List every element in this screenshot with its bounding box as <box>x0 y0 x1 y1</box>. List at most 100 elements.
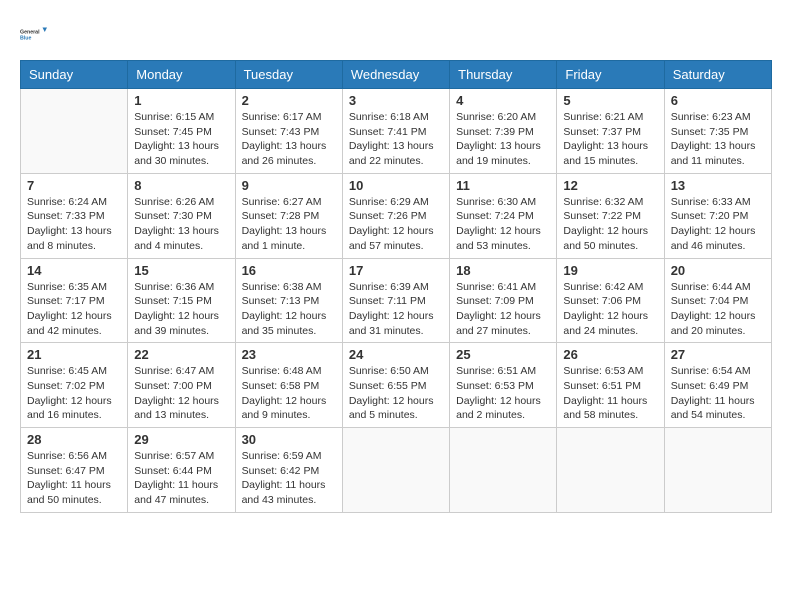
day-number: 14 <box>27 263 121 278</box>
sunset-text: Sunset: 7:06 PM <box>563 295 641 307</box>
day-number: 21 <box>27 347 121 362</box>
calendar-cell: 14Sunrise: 6:35 AMSunset: 7:17 PMDayligh… <box>21 258 128 343</box>
svg-text:General: General <box>20 30 40 36</box>
calendar-week-row: 28Sunrise: 6:56 AMSunset: 6:47 PMDayligh… <box>21 428 772 513</box>
daylight-text: Daylight: 12 hours and 9 minutes. <box>242 395 327 422</box>
calendar-cell: 17Sunrise: 6:39 AMSunset: 7:11 PMDayligh… <box>342 258 449 343</box>
sunset-text: Sunset: 7:43 PM <box>242 126 320 138</box>
daylight-text: Daylight: 12 hours and 20 minutes. <box>671 310 756 337</box>
sunrise-text: Sunrise: 6:45 AM <box>27 365 107 377</box>
cell-content: Sunrise: 6:45 AM Sunset: 7:02 PM Daylight:… <box>27 364 121 423</box>
sunset-text: Sunset: 7:04 PM <box>671 295 749 307</box>
sunrise-text: Sunrise: 6:23 AM <box>671 111 751 123</box>
calendar-cell: 23 Sunrise: 6:48 AMSunset: 6:58 PMDayligh… <box>235 343 342 428</box>
calendar-cell: 24Sunrise: 6:50 AMSunset: 6:55 PMDayligh… <box>342 343 449 428</box>
calendar-cell: 12 Sunrise: 6:32 AMSunset: 7:22 PMDayligh… <box>557 173 664 258</box>
cell-content: Sunrise: 6:39 AMSunset: 7:11 PMDaylight:… <box>349 280 443 339</box>
sunrise-text: Sunrise: 6:30 AM <box>456 196 536 208</box>
calendar-cell: 18 Sunrise: 6:41 AMSunset: 7:09 PMDayligh… <box>450 258 557 343</box>
sunset-text: Sunset: 7:17 PM <box>27 295 105 307</box>
cell-content: Sunrise: 6:48 AMSunset: 6:58 PMDaylight:… <box>242 364 336 423</box>
day-number: 18 <box>456 263 550 278</box>
sunset-text: Sunset: 6:42 PM <box>242 465 320 477</box>
cell-content: Sunrise: 6:17 AMSunset: 7:43 PMDaylight:… <box>242 110 336 169</box>
calendar-cell: 5Sunrise: 6:21 AMSunset: 7:37 PMDaylight… <box>557 89 664 174</box>
sunrise-text: Sunrise: 6:21 AM <box>563 111 643 123</box>
sunset-text: Sunset: 7:02 PM <box>27 380 105 392</box>
day-number: 28 <box>27 432 121 447</box>
cell-content: Sunrise: 6:38 AMSunset: 7:13 PMDaylight:… <box>242 280 336 339</box>
cell-content: Sunrise: 6:32 AMSunset: 7:22 PMDaylight:… <box>563 195 657 254</box>
calendar-cell: 21 Sunrise: 6:45 AM Sunset: 7:02 PM Dayligh… <box>21 343 128 428</box>
sunrise-text: Sunrise: 6:27 AM <box>242 196 322 208</box>
sunset-text: Sunset: 6:58 PM <box>242 380 320 392</box>
daylight-text: Daylight: 13 hours and 15 minutes. <box>563 140 648 167</box>
sunrise-text: Sunrise: 6:47 AM <box>134 365 214 377</box>
cell-content: Sunrise: 6:29 AM Sunset: 7:26 PM Daylight:… <box>349 195 443 254</box>
weekday-header-monday: Monday <box>128 61 235 89</box>
calendar-cell: 8Sunrise: 6:26 AMSunset: 7:30 PMDaylight… <box>128 173 235 258</box>
cell-content: Sunrise: 6:18 AMSunset: 7:41 PMDaylight:… <box>349 110 443 169</box>
sunrise-text: Sunrise: 6:36 AM <box>134 281 214 293</box>
calendar-week-row: 14 Sunrise: 6:35 AM Sunset: 7:17 PM Dayligh… <box>21 258 772 343</box>
day-number: 29 <box>134 432 228 447</box>
sunset-text: Sunset: 7:28 PM <box>242 210 320 222</box>
daylight-text: Daylight: 12 hours and 16 minutes. <box>27 395 112 422</box>
cell-content: Sunrise: 6:57 AMSunset: 6:44 PMDaylight:… <box>134 449 228 508</box>
day-number: 27 <box>671 347 765 362</box>
day-number: 11 <box>456 178 550 193</box>
sunrise-text: Sunrise: 6:26 AM <box>134 196 214 208</box>
sunset-text: Sunset: 6:55 PM <box>349 380 427 392</box>
svg-text:Blue: Blue <box>20 36 31 42</box>
daylight-text: Daylight: 13 hours and 30 minutes. <box>134 140 219 167</box>
day-number: 16 <box>242 263 336 278</box>
day-number: 23 <box>242 347 336 362</box>
daylight-text: Daylight: 13 hours and 4 minutes. <box>134 225 219 252</box>
sunset-text: Sunset: 6:49 PM <box>671 380 749 392</box>
day-number: 19 <box>563 263 657 278</box>
calendar-cell: 22 Sunrise: 6:47 AMSunset: 7:00 PMDayligh… <box>128 343 235 428</box>
sunrise-text: Sunrise: 6:20 AM <box>456 111 536 123</box>
calendar-table: SundayMondayTuesdayWednesdayThursdayFrid… <box>20 60 772 513</box>
calendar-cell: 9Sunrise: 6:27 AMSunset: 7:28 PMDaylight… <box>235 173 342 258</box>
daylight-text: Daylight: 11 hours and 43 minutes. <box>242 479 326 506</box>
sunrise-text: Sunrise: 6:24 AM <box>27 196 107 208</box>
calendar-cell <box>342 428 449 513</box>
sunrise-text: Sunrise: 6:29 AM <box>349 196 429 208</box>
cell-content: Sunrise: 6:53 AMSunset: 6:51 PMDaylight:… <box>563 364 657 423</box>
sunrise-text: Sunrise: 6:35 AM <box>27 281 107 293</box>
calendar-cell <box>557 428 664 513</box>
calendar-cell <box>21 89 128 174</box>
day-number: 22 <box>134 347 228 362</box>
cell-content: Sunrise: 6:41 AMSunset: 7:09 PMDaylight:… <box>456 280 550 339</box>
day-number: 13 <box>671 178 765 193</box>
daylight-text: Daylight: 12 hours and 57 minutes. <box>349 225 434 252</box>
daylight-text: Daylight: 12 hours and 2 minutes. <box>456 395 541 422</box>
sunset-text: Sunset: 6:53 PM <box>456 380 534 392</box>
daylight-text: Daylight: 12 hours and 31 minutes. <box>349 310 434 337</box>
cell-content: Sunrise: 6:47 AMSunset: 7:00 PMDaylight:… <box>134 364 228 423</box>
weekday-header-friday: Friday <box>557 61 664 89</box>
sunset-text: Sunset: 7:22 PM <box>563 210 641 222</box>
daylight-text: Daylight: 12 hours and 13 minutes. <box>134 395 219 422</box>
sunset-text: Sunset: 6:44 PM <box>134 465 212 477</box>
weekday-header-row: SundayMondayTuesdayWednesdayThursdayFrid… <box>21 61 772 89</box>
calendar-cell: 1Sunrise: 6:15 AMSunset: 7:45 PMDaylight… <box>128 89 235 174</box>
cell-content: Sunrise: 6:35 AMSunset: 7:17 PMDaylight:… <box>27 280 121 339</box>
calendar-cell: 11Sunrise: 6:30 AMSunset: 7:24 PMDayligh… <box>450 173 557 258</box>
sunrise-text: Sunrise: 6:17 AM <box>242 111 322 123</box>
cell-content: Sunrise: 6:51 AM Sunset: 6:53 PM Daylight:… <box>456 364 550 423</box>
logo-icon: GeneralBlue <box>20 20 50 50</box>
sunrise-text: Sunrise: 6:39 AM <box>349 281 429 293</box>
calendar-week-row: 21 Sunrise: 6:45 AM Sunset: 7:02 PM Dayligh… <box>21 343 772 428</box>
sunrise-text: Sunrise: 6:51 AM <box>456 365 536 377</box>
day-number: 12 <box>563 178 657 193</box>
calendar-cell: 4Sunrise: 6:20 AMSunset: 7:39 PMDaylight… <box>450 89 557 174</box>
daylight-text: Daylight: 13 hours and 19 minutes. <box>456 140 541 167</box>
sunset-text: Sunset: 7:26 PM <box>349 210 427 222</box>
calendar-cell: 10Sunrise: 6:29 AMSunset: 7:26 PMDayligh… <box>342 173 449 258</box>
day-number: 20 <box>671 263 765 278</box>
sunset-text: Sunset: 7:33 PM <box>27 210 105 222</box>
sunset-text: Sunset: 7:39 PM <box>456 126 534 138</box>
daylight-text: Daylight: 13 hours and 8 minutes. <box>27 225 112 252</box>
